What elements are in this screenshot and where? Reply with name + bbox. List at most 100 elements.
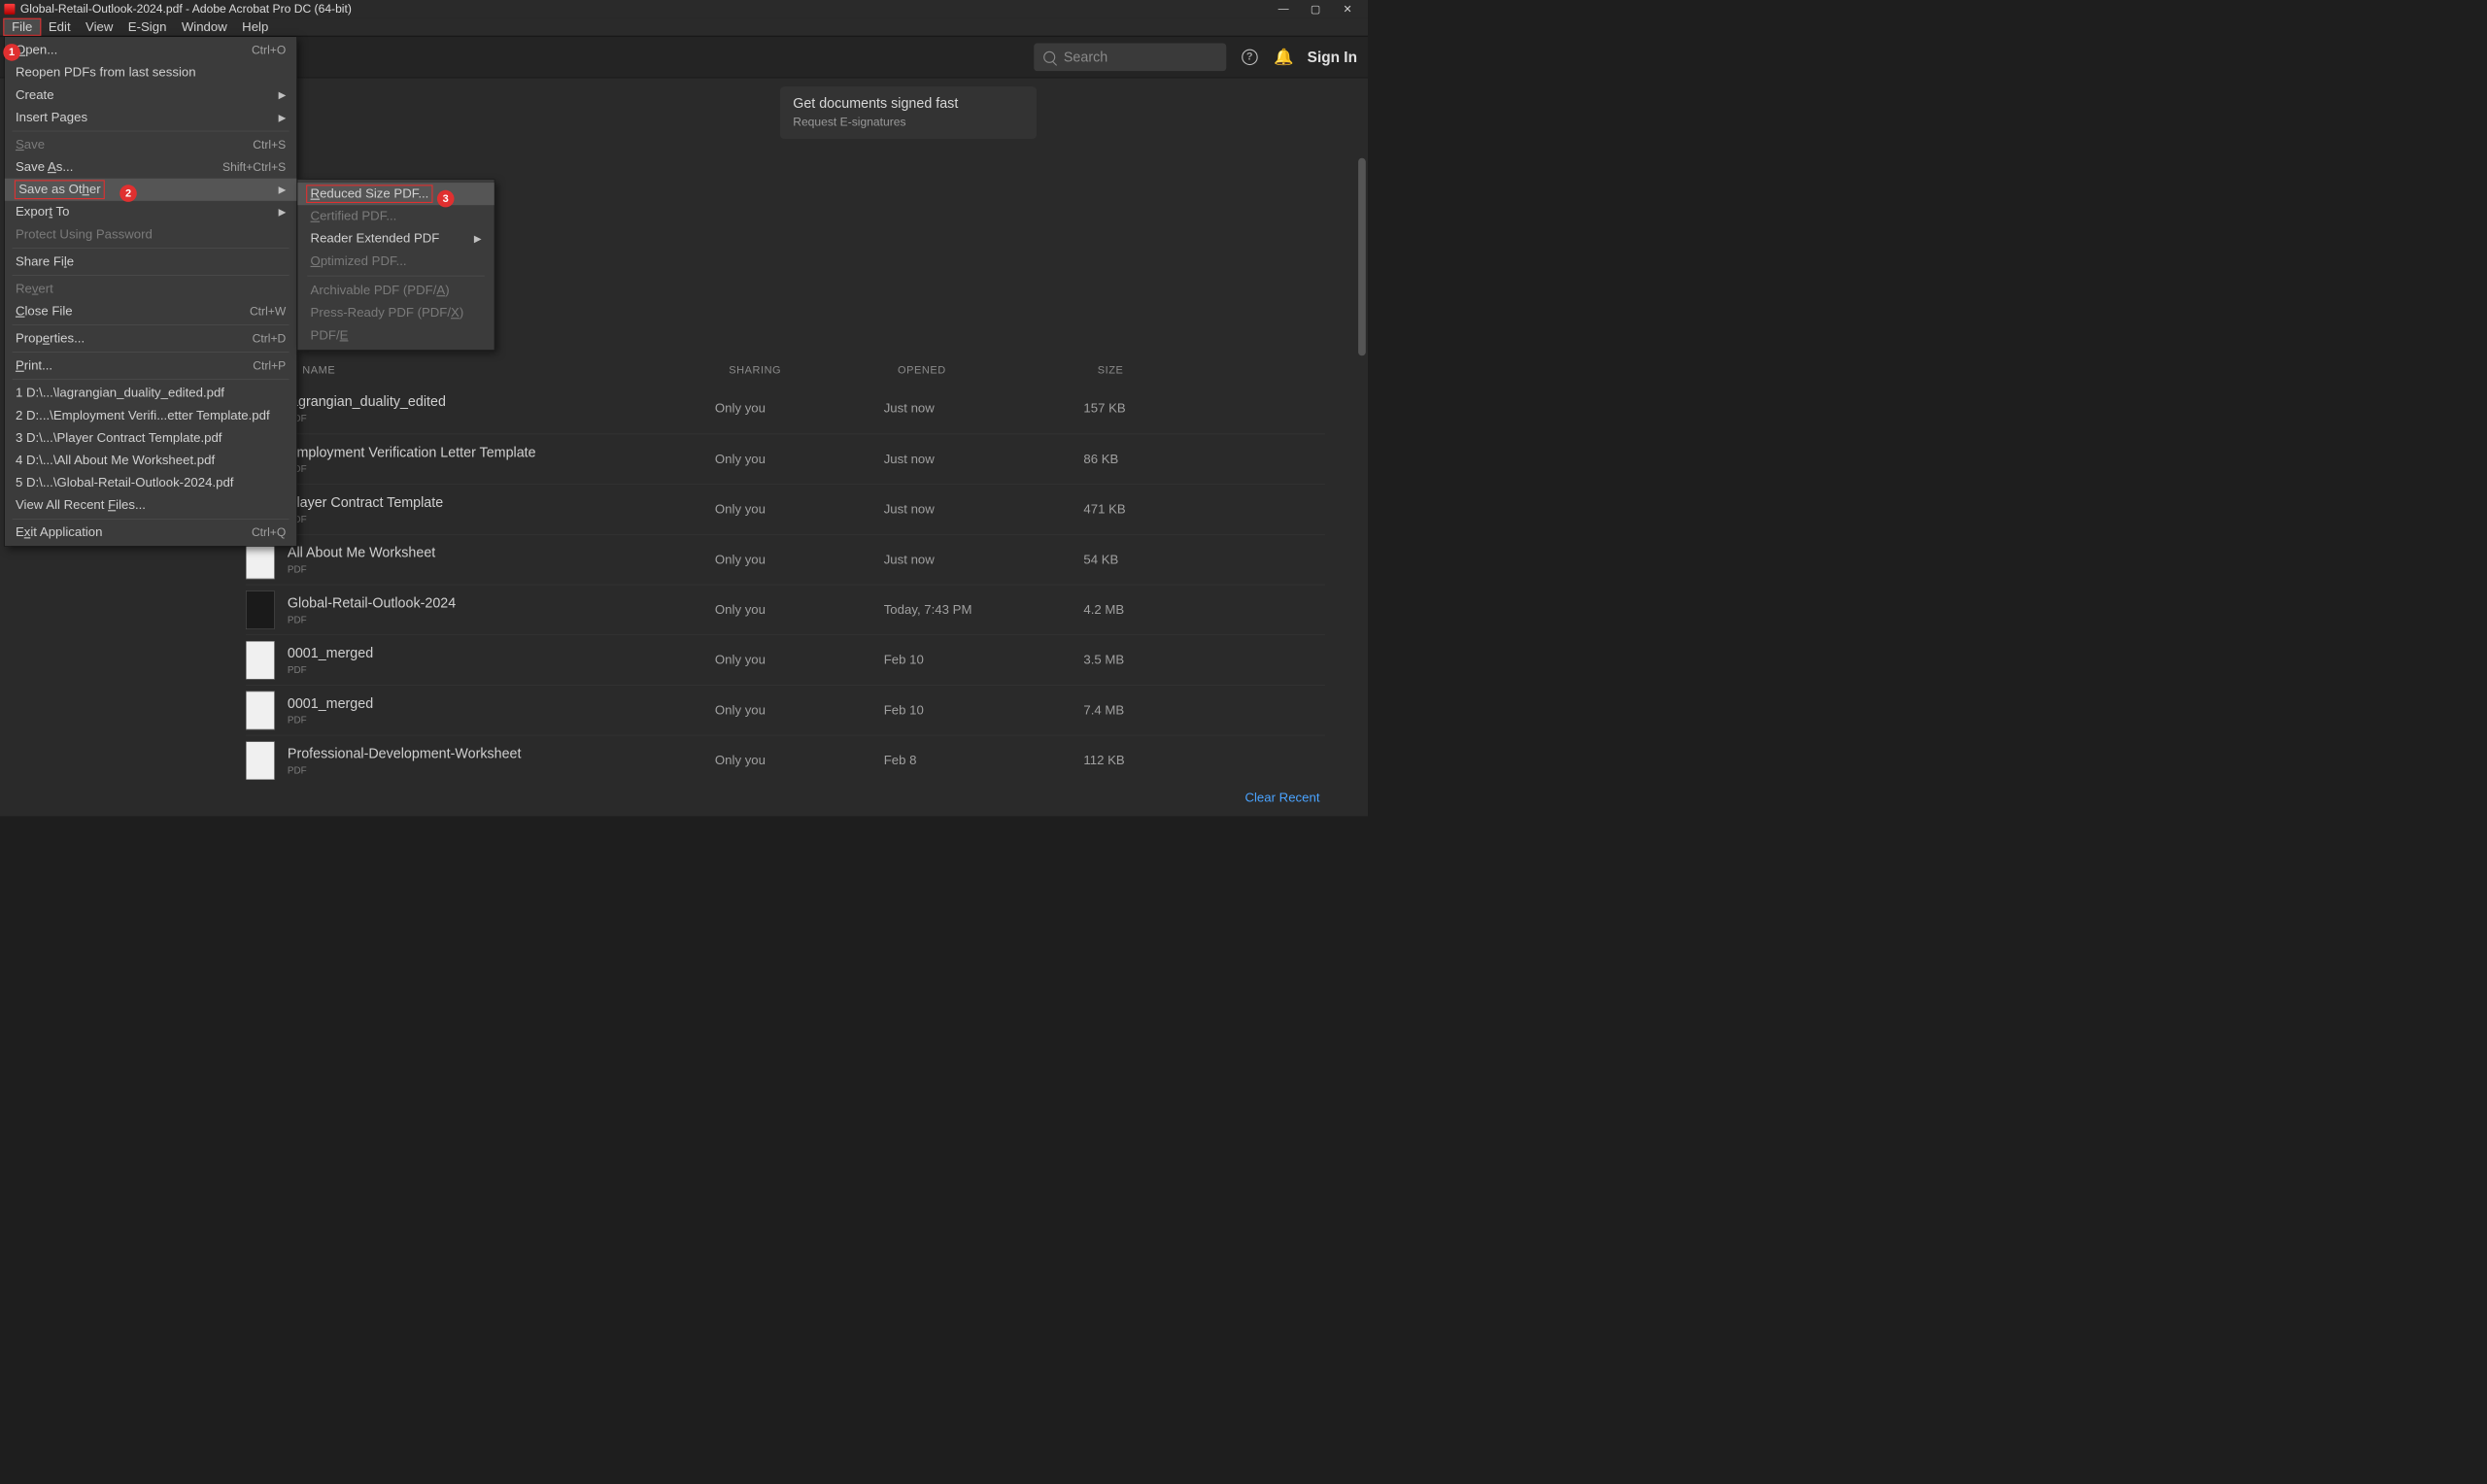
menu-separator [13, 519, 290, 520]
file-opened: Just now [884, 502, 1084, 517]
help-icon: ? [1242, 49, 1258, 65]
menu-help[interactable]: Help [234, 18, 276, 36]
table-row[interactable]: 0001_merged PDF Only you Feb 10 7.4 MB [246, 685, 1325, 735]
menubar: File Edit View E-Sign Window Help [0, 18, 1368, 37]
menu-view[interactable]: View [78, 18, 120, 36]
menu-separator [13, 380, 290, 381]
vertical-scrollbar[interactable] [1356, 158, 1368, 817]
file-size: 4.2 MB [1083, 602, 1124, 617]
chevron-right-icon: ▶ [279, 89, 287, 101]
file-opened: Feb 10 [884, 653, 1084, 667]
file-opened: Just now [884, 552, 1084, 566]
file-name: 0001_merged [288, 694, 715, 711]
menu-separator [307, 276, 485, 277]
menu-window[interactable]: Window [174, 18, 234, 36]
clear-recent-link[interactable]: Clear Recent [1244, 791, 1319, 805]
file-sharing: Only you [715, 703, 884, 718]
file-name: Player Contract Template [288, 493, 715, 510]
col-size[interactable]: SIZE [1098, 364, 1124, 377]
file-size: 3.5 MB [1083, 653, 1124, 667]
recent-file-2[interactable]: 2 D:...\Employment Verifi...etter Templa… [5, 404, 296, 426]
file-type: PDF [288, 514, 715, 525]
file-sharing: Only you [715, 753, 884, 767]
recent-file-5[interactable]: 5 D:\...\Global-Retail-Outlook-2024.pdf [5, 472, 296, 494]
menu-separator [13, 275, 290, 276]
file-opened: Feb 8 [884, 753, 1084, 767]
file-close[interactable]: Close FileCtrl+W [5, 300, 296, 322]
maximize-button[interactable]: ▢ [1300, 1, 1332, 17]
file-export-to[interactable]: Export To▶ [5, 201, 296, 223]
file-type: PDF [288, 564, 715, 576]
table-row[interactable]: lagrangian_duality_edited PDF Only you J… [246, 384, 1325, 434]
reduced-size-pdf[interactable]: Reduced Size PDF... [297, 183, 494, 205]
file-revert: Revert [5, 278, 296, 300]
minimize-button[interactable]: — [1268, 1, 1300, 17]
file-share[interactable]: Share File [5, 251, 296, 273]
file-protect: Protect Using Password [5, 223, 296, 246]
recent-file-1[interactable]: 1 D:\...\lagrangian_duality_edited.pdf [5, 382, 296, 404]
close-window-button[interactable]: ✕ [1332, 1, 1364, 17]
file-type: PDF [288, 614, 715, 625]
recent-file-4[interactable]: 4 D:\...\All About Me Worksheet.pdf [5, 450, 296, 472]
file-name: lagrangian_duality_edited [288, 393, 715, 410]
chevron-right-icon: ▶ [279, 184, 287, 195]
file-name: 0001_merged [288, 645, 715, 661]
file-opened: Just now [884, 401, 1084, 416]
table-row[interactable]: Employment Verification Letter Template … [246, 434, 1325, 485]
titlebar: Global-Retail-Outlook-2024.pdf - Adobe A… [0, 0, 1368, 18]
file-save-as-other[interactable]: Save as Other▶ [5, 179, 296, 201]
file-properties[interactable]: Properties...Ctrl+D [5, 327, 296, 350]
file-reopen[interactable]: Reopen PDFs from last session [5, 61, 296, 84]
col-name[interactable]: NAME [302, 364, 335, 377]
archivable-pdf: Archivable PDF (PDF/A) [297, 280, 494, 302]
col-opened[interactable]: OPENED [898, 364, 946, 377]
promo-card[interactable]: Get documents signed fast Request E-sign… [780, 86, 1037, 139]
file-size: 54 KB [1083, 552, 1118, 566]
reader-extended-pdf[interactable]: Reader Extended PDF▶ [297, 227, 494, 250]
file-thumbnail [246, 641, 275, 680]
pdf-e: PDF/E [297, 324, 494, 347]
col-sharing[interactable]: SHARING [729, 364, 781, 377]
menu-separator [13, 131, 290, 132]
file-exit[interactable]: Exit ApplicationCtrl+Q [5, 522, 296, 544]
file-create[interactable]: Create▶ [5, 84, 296, 106]
search-input[interactable]: Search [1034, 43, 1226, 71]
file-sharing: Only you [715, 552, 884, 566]
file-open[interactable]: Open...Ctrl+O [5, 39, 296, 61]
annotation-badge-3: 3 [437, 190, 455, 208]
file-size: 112 KB [1083, 753, 1124, 767]
file-save: SaveCtrl+S [5, 134, 296, 156]
file-name: Professional-Development-Worksheet [288, 745, 715, 761]
file-save-as[interactable]: Save As...Shift+Ctrl+S [5, 156, 296, 179]
file-thumbnail [246, 691, 275, 729]
recent-file-3[interactable]: 3 D:\...\Player Contract Template.pdf [5, 426, 296, 449]
file-insert-pages[interactable]: Insert Pages▶ [5, 106, 296, 128]
file-sharing: Only you [715, 502, 884, 517]
menu-separator [13, 352, 290, 353]
notifications-button[interactable]: 🔔 [1273, 47, 1294, 68]
help-button[interactable]: ? [1239, 47, 1260, 68]
scrollbar-thumb[interactable] [1358, 158, 1366, 356]
table-row[interactable]: Player Contract Template PDF Only you Ju… [246, 484, 1325, 534]
file-type: PDF [288, 715, 715, 726]
file-name: Global-Retail-Outlook-2024 [288, 594, 715, 611]
promo-subtitle: Request E-signatures [793, 115, 1024, 128]
annotation-badge-2: 2 [119, 185, 137, 202]
file-type: PDF [288, 463, 715, 475]
table-row[interactable]: 0001_merged PDF Only you Feb 10 3.5 MB [246, 634, 1325, 685]
file-print[interactable]: Print...Ctrl+P [5, 354, 296, 377]
table-row[interactable]: Global-Retail-Outlook-2024 PDF Only you … [246, 585, 1325, 635]
menu-esign[interactable]: E-Sign [120, 18, 174, 36]
chevron-right-icon: ▶ [279, 207, 287, 219]
view-all-recent[interactable]: View All Recent Files... [5, 494, 296, 517]
recent-file-list: lagrangian_duality_edited PDF Only you J… [246, 384, 1325, 786]
table-row[interactable]: Professional-Development-Worksheet PDF O… [246, 735, 1325, 786]
file-thumbnail [246, 741, 275, 780]
file-sharing: Only you [715, 653, 884, 667]
sign-in-button[interactable]: Sign In [1308, 49, 1357, 66]
search-placeholder: Search [1064, 49, 1107, 65]
menu-edit[interactable]: Edit [41, 18, 78, 36]
table-row[interactable]: All About Me Worksheet PDF Only you Just… [246, 534, 1325, 585]
file-size: 471 KB [1083, 502, 1125, 517]
menu-file[interactable]: File [3, 18, 41, 36]
